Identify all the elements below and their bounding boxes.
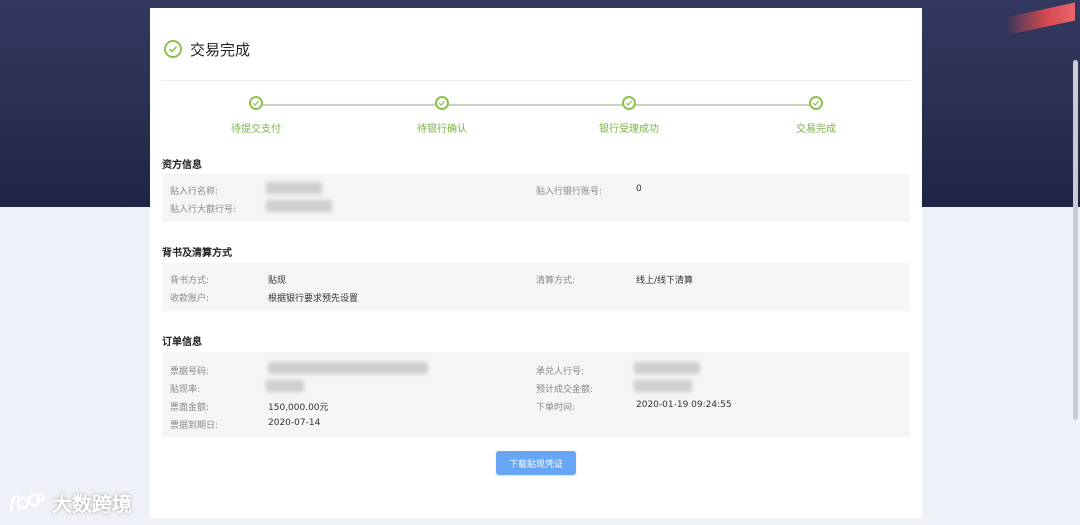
order-time-value: 2020-01-19 09:24:55	[636, 400, 732, 410]
receive-account-label: 收款账户:	[170, 294, 210, 304]
section-title-endorse: 背书及清算方式	[162, 248, 232, 259]
order-time-label: 下单时间:	[536, 403, 576, 413]
redacted-value	[266, 380, 304, 392]
endorse-info-box: 背书方式: 贴现 收款账户: 根据银行要求预先设置 清算方式: 线上/线下清算	[162, 263, 910, 311]
bill-no-label: 票据号码:	[170, 367, 210, 377]
section-title-bank: 资方信息	[162, 160, 202, 171]
bank-name-label: 贴入行名称:	[170, 187, 219, 197]
estimate-label: 预计成交金额:	[536, 385, 594, 395]
section-title-order: 订单信息	[162, 337, 202, 348]
receive-account-value: 根据银行要求预先设置	[268, 294, 359, 304]
step-check-icon	[809, 96, 823, 110]
redacted-value	[268, 362, 428, 374]
progress-steps: 待提交支付 待银行确认 银行受理成功 交易完成	[150, 96, 922, 136]
redacted-value	[266, 182, 322, 194]
watermark-text: 大数跨境	[52, 492, 132, 516]
redacted-value	[634, 362, 700, 374]
bank-info-box: 贴入行名称: 贴入行大额行号: 贴入行银行账号: 0	[162, 174, 910, 222]
step-label: 待提交支付	[231, 124, 281, 135]
clearing-value: 线上/线下清算	[636, 276, 694, 286]
step-label: 银行受理成功	[599, 124, 659, 135]
account-value: 0	[636, 184, 642, 194]
rate-label: 贴现率:	[170, 385, 201, 395]
account-label: 贴入行银行账号:	[536, 187, 603, 197]
watermark-logo-icon	[8, 490, 46, 516]
amount-value: 150,000.00元	[268, 403, 329, 413]
step-check-icon	[622, 96, 636, 110]
divider	[162, 80, 910, 81]
step-label: 交易完成	[796, 124, 836, 135]
endorse-method-label: 背书方式:	[170, 276, 210, 286]
step-label: 待银行确认	[417, 124, 467, 135]
download-voucher-button[interactable]: 下载贴现凭证	[496, 451, 576, 475]
clearing-label: 清算方式:	[536, 276, 576, 286]
amount-label: 票面金额:	[170, 403, 210, 413]
check-circle-icon	[164, 40, 182, 58]
step-check-icon	[435, 96, 449, 110]
order-info-box: 票据号码: 贴现率: 票面金额: 150,000.00元 票据到期日: 2020…	[162, 352, 910, 437]
transaction-panel: 交易完成 待提交支付 待银行确认 银行受理成功 交易完成 资方信息 贴入行名称:…	[150, 8, 922, 518]
endorse-method-value: 贴现	[268, 276, 287, 286]
scrollbar[interactable]	[1073, 60, 1078, 420]
step-connector	[629, 104, 816, 106]
redacted-value	[266, 200, 332, 212]
page-title: 交易完成	[190, 40, 251, 59]
step-check-icon	[249, 96, 263, 110]
due-date-label: 票据到期日:	[170, 421, 219, 431]
watermark: 大数跨境	[8, 488, 132, 517]
redacted-value	[634, 380, 692, 392]
step-connector	[442, 104, 628, 106]
bank-no-label: 贴入行大额行号:	[170, 205, 237, 215]
title-row: 交易完成	[164, 38, 250, 60]
acceptor-label: 承兑人行号:	[536, 367, 585, 377]
due-date-value: 2020-07-14	[268, 418, 321, 428]
